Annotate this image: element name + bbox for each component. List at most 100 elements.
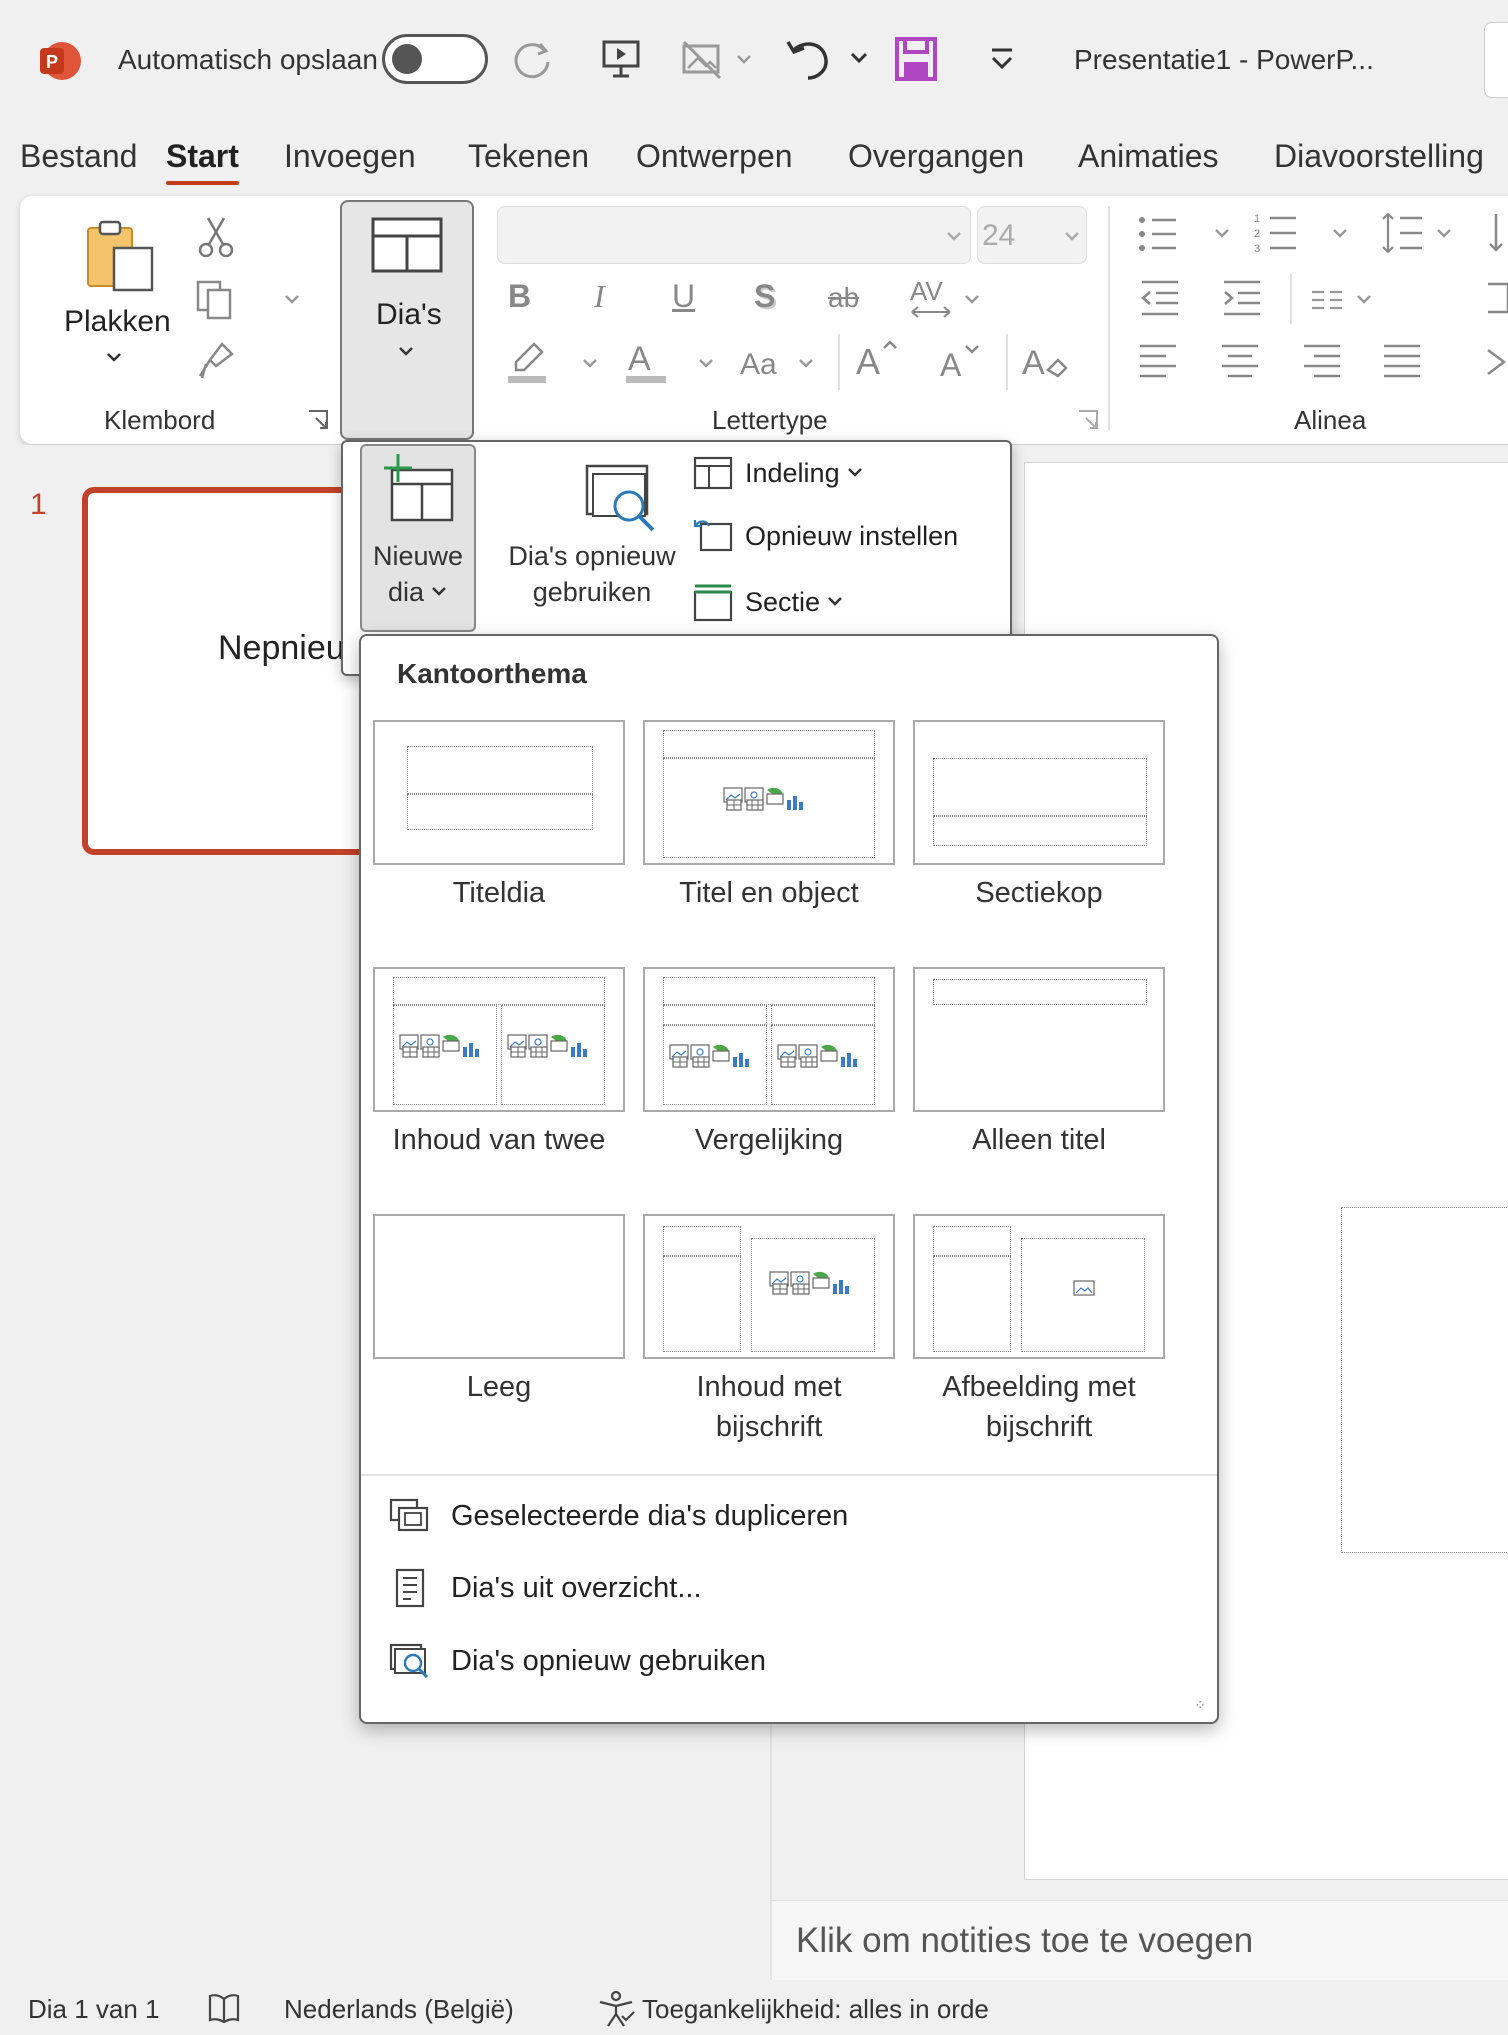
align-right-icon[interactable] <box>1302 342 1342 382</box>
layout-preview <box>913 1214 1165 1359</box>
highlight-icon[interactable] <box>504 338 604 388</box>
increase-indent-icon[interactable] <box>1220 278 1264 318</box>
change-case-label[interactable]: Aa <box>740 348 777 382</box>
layout-comparison[interactable]: Vergelijking <box>643 967 895 1160</box>
slides-from-outline-label: Dia's uit overzicht... <box>451 1571 702 1604</box>
layout-title-slide[interactable]: Titeldia <box>373 720 625 913</box>
section-button[interactable]: Sectie <box>693 582 844 622</box>
columns-icon[interactable] <box>1310 286 1380 314</box>
reuse-slides-item[interactable]: Dia's opnieuw gebruiken <box>389 1633 766 1689</box>
layout-button[interactable]: Indeling <box>693 456 864 490</box>
layout-preview <box>913 720 1165 865</box>
format-painter-icon[interactable] <box>194 340 236 382</box>
layout-content-with-caption[interactable]: Inhoud met bijschrift <box>643 1214 895 1447</box>
smartart-icon[interactable] <box>1484 342 1508 382</box>
language-indicator[interactable]: Nederlands (België) <box>284 1994 514 2025</box>
font-launcher-icon[interactable] <box>1076 408 1100 432</box>
decrease-font-icon[interactable]: A <box>938 340 986 384</box>
slide-thumbnail[interactable]: Nepnieuws <box>82 487 382 855</box>
title-bar: P Automatisch opslaan Presentatie1 - Pow… <box>0 0 1508 122</box>
font-size-dropdown[interactable]: 24 <box>977 206 1087 264</box>
tab-invoegen[interactable]: Invoegen <box>284 138 416 175</box>
font-group-label: Lettertype <box>712 405 828 435</box>
spelling-book-icon[interactable] <box>206 1990 242 2026</box>
text-direction-icon[interactable] <box>1484 210 1508 256</box>
layout-blank[interactable]: Leeg <box>373 1214 625 1407</box>
notes-pane[interactable]: Klik om notities toe te voegen <box>772 1900 1508 1980</box>
undo-icon[interactable] <box>780 34 870 84</box>
cut-icon[interactable] <box>196 214 236 258</box>
line-spacing-icon[interactable] <box>1380 210 1460 256</box>
character-spacing-icon[interactable]: AV <box>908 274 984 324</box>
tab-start[interactable]: Start <box>166 138 239 185</box>
bullets-icon[interactable] <box>1136 212 1236 256</box>
slides-label: Dia's <box>376 298 442 331</box>
layout-two-content[interactable]: Inhoud van twee <box>373 967 625 1160</box>
strikethrough-icon[interactable]: ab <box>828 282 859 314</box>
accessibility-status[interactable]: Toegankelijkheid: alles in orde <box>642 1994 989 2025</box>
resize-grip-icon[interactable]: ⁘ <box>1194 1697 1207 1714</box>
clear-formatting-icon[interactable]: A <box>1020 338 1068 384</box>
new-slide-button[interactable]: Nieuwe dia <box>360 444 476 632</box>
save-icon[interactable] <box>894 36 938 82</box>
search-box[interactable] <box>1484 22 1508 98</box>
picture-icon <box>1073 1280 1095 1296</box>
tab-diavoorstelling[interactable]: Diavoorstelling <box>1274 138 1484 175</box>
tab-ontwerpen[interactable]: Ontwerpen <box>636 138 793 175</box>
svg-text:1: 1 <box>1254 213 1260 225</box>
layout-title-and-object[interactable]: Titel en object <box>643 720 895 913</box>
paste-label[interactable]: Plakken <box>64 305 171 339</box>
layout-label: Titel en object <box>679 877 859 909</box>
tab-overgangen[interactable]: Overgangen <box>848 138 1024 175</box>
italic-icon[interactable]: I <box>594 278 605 315</box>
tab-animaties[interactable]: Animaties <box>1078 138 1219 175</box>
decrease-indent-icon[interactable] <box>1138 278 1182 318</box>
copy-chevron-icon[interactable] <box>282 292 302 308</box>
layout-section-header[interactable]: Sectiekop <box>913 720 1165 913</box>
clipboard-launcher-icon[interactable] <box>306 408 330 432</box>
slides-from-outline-item[interactable]: Dia's uit overzicht... <box>389 1560 702 1616</box>
svg-text:3: 3 <box>1254 243 1260 255</box>
accessibility-icon[interactable] <box>596 1990 636 2028</box>
change-case-chevron-icon[interactable] <box>796 356 816 372</box>
font-name-dropdown[interactable] <box>497 206 971 264</box>
customize-toolbar-icon[interactable] <box>986 44 1018 74</box>
bold-icon[interactable]: B <box>508 278 531 315</box>
layout-picture-with-caption[interactable]: Afbeelding met bijschrift <box>913 1214 1165 1447</box>
duplicate-slides-item[interactable]: Geselecteerde dia's dupliceren <box>389 1488 848 1544</box>
justify-icon[interactable] <box>1382 342 1422 382</box>
tab-bestand[interactable]: Bestand <box>20 138 137 175</box>
reuse-slides-button[interactable]: Dia's opnieuw gebruiken <box>497 538 687 610</box>
tab-tekenen[interactable]: Tekenen <box>468 138 589 175</box>
redo-disabled-icon[interactable] <box>510 36 556 82</box>
layout-title-only[interactable]: Alleen titel <box>913 967 1165 1160</box>
numbering-icon[interactable]: 1 2 3 <box>1254 210 1354 256</box>
increase-font-icon[interactable]: A <box>854 336 902 384</box>
slide-placeholder[interactable] <box>1341 1207 1508 1553</box>
align-text-icon[interactable] <box>1484 278 1508 318</box>
notes-placeholder[interactable]: Klik om notities toe te voegen <box>796 1921 1253 1961</box>
layout-label: Inhoud met <box>696 1371 842 1403</box>
image-alt-icon[interactable] <box>680 38 756 84</box>
autosave-toggle[interactable] <box>382 34 488 84</box>
slides-chevron-icon <box>396 344 416 360</box>
content-placeholder-icon <box>769 1270 861 1296</box>
svg-text:2: 2 <box>1254 228 1260 240</box>
font-color-icon[interactable]: A <box>624 336 724 388</box>
paste-chevron-icon[interactable] <box>104 350 124 366</box>
align-left-icon[interactable] <box>1138 342 1178 382</box>
paste-icon[interactable] <box>80 216 160 296</box>
underline-icon[interactable]: U <box>672 278 695 315</box>
align-center-icon[interactable] <box>1220 342 1260 382</box>
gallery-separator <box>361 1474 1217 1476</box>
svg-text:A: A <box>1022 344 1045 382</box>
group-separator <box>1108 206 1110 430</box>
duplicate-slides-label: Geselecteerde dia's dupliceren <box>451 1499 849 1532</box>
reuse-slides-menu-icon <box>389 1643 429 1679</box>
slide-count[interactable]: Dia 1 van 1 <box>28 1994 160 2025</box>
shadow-icon[interactable]: S <box>754 278 775 315</box>
copy-icon[interactable] <box>194 278 236 320</box>
reuse-slides-icon <box>583 462 663 538</box>
reset-button[interactable]: Opnieuw instellen <box>693 518 958 554</box>
present-from-start-icon[interactable] <box>598 36 644 82</box>
